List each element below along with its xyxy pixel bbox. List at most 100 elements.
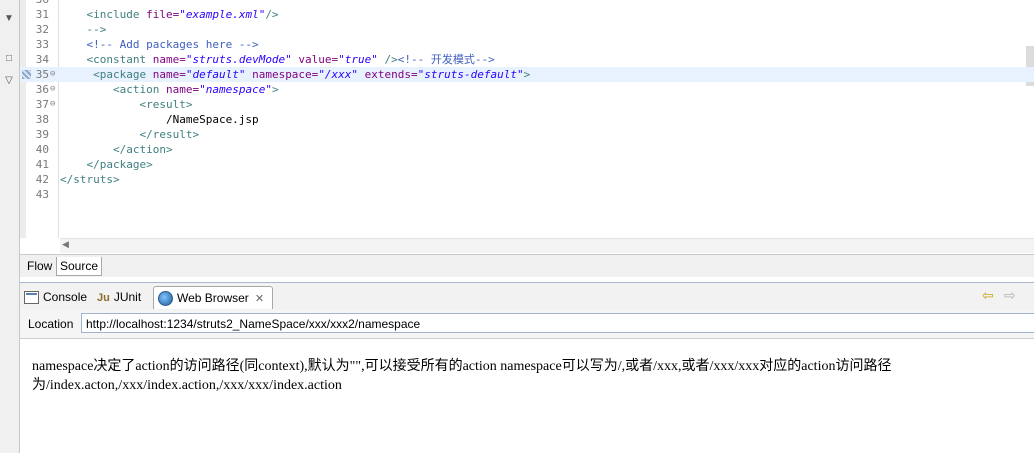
code-text: /NameSpace.jsp [60,112,259,127]
code-token: > [271,83,279,96]
code-token: <include [60,8,147,21]
code-token: </result> [60,128,200,141]
dropdown-icon[interactable]: ▼ [2,12,16,26]
line-number: 36 [27,0,49,7]
code-token: <package [60,68,153,81]
code-token: "true" [338,53,378,66]
code-text: <include file="example.xml"/> [60,7,279,22]
code-token: <!-- 开发模式--> [397,53,495,66]
console-icon [24,291,39,305]
location-label: Location [28,317,74,331]
location-bar: Location http://localhost:1234/struts2_N… [20,310,1034,339]
code-text: --> [60,22,106,37]
code-text: <constant name="struts.devMode" value="t… [60,52,495,67]
code-token: /NameSpace.jsp [60,113,259,126]
fold-toggle-icon[interactable]: ⊖ [50,82,55,97]
back-arrow-icon[interactable]: ⇦ [982,288,994,302]
code-token: > [523,68,531,81]
horizontal-scrollbar[interactable]: ◀ [60,238,1034,253]
junit-icon: Ju [97,291,110,304]
code-text: <action name="namespace"> [60,82,279,97]
tab-console-label: Console [43,290,88,304]
code-line[interactable]: 40 </action> [20,142,1034,157]
browser-content: namespace决定了action的访问路径(同context),默认为"",… [20,339,1034,453]
code-line[interactable]: 38 /NameSpace.jsp [20,112,1034,127]
code-token: "default" [185,68,246,81]
line-number: 31 [35,8,49,21]
line-number: 32 [35,23,49,36]
code-token: namespace= [245,68,319,81]
code-token: </action> [60,143,173,156]
xml-source-editor[interactable]: ◀ 3631 <include file="example.xml"/>32 -… [20,0,1034,253]
code-text: <result> [60,97,192,112]
code-token: <action [60,83,166,96]
code-token: <constant [60,53,153,66]
code-token: name= [152,53,186,66]
code-line[interactable]: 31 <include file="example.xml"/> [20,7,1034,22]
code-text: <package name="default" namespace="/xxx"… [60,67,530,82]
line-number: 37 [35,98,49,111]
line-number: 33 [35,38,49,51]
code-token: /> [265,8,279,21]
code-line[interactable]: 43 [20,187,1034,202]
fold-toggle-icon[interactable]: ⊖ [50,97,55,112]
line-number: 42 [35,173,49,186]
page-body-text: namespace决定了action的访问路径(同context),默认为"",… [32,359,892,393]
code-token: "namespace" [199,83,272,96]
location-url-input[interactable]: http://localhost:1234/struts2_NameSpace/… [81,313,1034,333]
code-token: </struts> [60,173,120,186]
tab-junit[interactable]: Ju JUnit [97,286,141,308]
line-number: 43 [35,188,49,201]
line-number: 35 [35,68,49,81]
line-number: 39 [35,128,49,141]
code-token: file= [146,8,180,21]
restore-icon[interactable]: □ [2,52,16,66]
scroll-left-icon[interactable]: ◀ [62,239,69,250]
code-token: name= [152,68,186,81]
code-token: <!-- Add packages here --> [60,38,259,51]
code-line[interactable]: 37 ⊖ <result> [20,97,1034,112]
globe-icon [158,291,173,307]
code-text: </package> [60,157,153,172]
code-text: <!-- Add packages here --> [60,37,259,52]
tab-junit-label: JUnit [113,290,142,304]
code-token: --> [60,23,107,36]
code-line[interactable]: 36 [20,0,1034,7]
code-text: </action> [60,142,173,157]
code-text: </result> [60,127,199,142]
code-token: /> [377,53,398,66]
code-line[interactable]: 32 --> [20,22,1034,37]
code-line[interactable]: 39 </result> [20,127,1034,142]
editor-tab-bar: Flow Source [20,254,1034,277]
tab-source[interactable]: Source [56,257,103,276]
forward-arrow-icon[interactable]: ⇨ [1004,288,1016,302]
code-token: name= [165,83,200,96]
close-icon[interactable]: ✕ [255,293,264,305]
code-line[interactable]: 33 <!-- Add packages here --> [20,37,1034,52]
code-token: extends= [358,68,418,81]
line-number: 41 [35,158,49,171]
code-line[interactable]: 41 </package> [20,157,1034,172]
line-number: 38 [35,113,49,126]
code-line[interactable]: 35 ⊖ <package name="default" namespace="/… [20,67,1034,82]
fold-toggle-icon[interactable]: ⊖ [50,67,55,82]
code-token: value= [291,53,339,66]
code-token: "struts-default" [417,68,524,81]
code-token: "struts.devMode" [185,53,292,66]
dropdown-icon-2[interactable]: ▽ [2,74,16,88]
line-number: 34 [35,53,49,66]
tab-console[interactable]: Console [24,286,87,308]
tab-web-browser-label: Web Browser [177,291,249,305]
left-toolbar-strip: ▼ □ ▽ [0,0,20,453]
tab-flow[interactable]: Flow [24,257,55,275]
code-token: <result> [60,98,193,111]
tab-web-browser[interactable]: Web Browser ✕ [153,286,274,309]
code-line[interactable]: 36 ⊖ <action name="namespace"> [20,82,1034,97]
code-token: </package> [60,158,153,171]
code-line[interactable]: 42 </struts> [20,172,1034,187]
line-number: 36 [35,83,49,96]
code-text: </struts> [60,172,120,187]
code-token: "/xxx" [318,68,359,81]
code-line[interactable]: 34 <constant name="struts.devMode" value… [20,52,1034,67]
code-token: "example.xml" [179,8,266,21]
